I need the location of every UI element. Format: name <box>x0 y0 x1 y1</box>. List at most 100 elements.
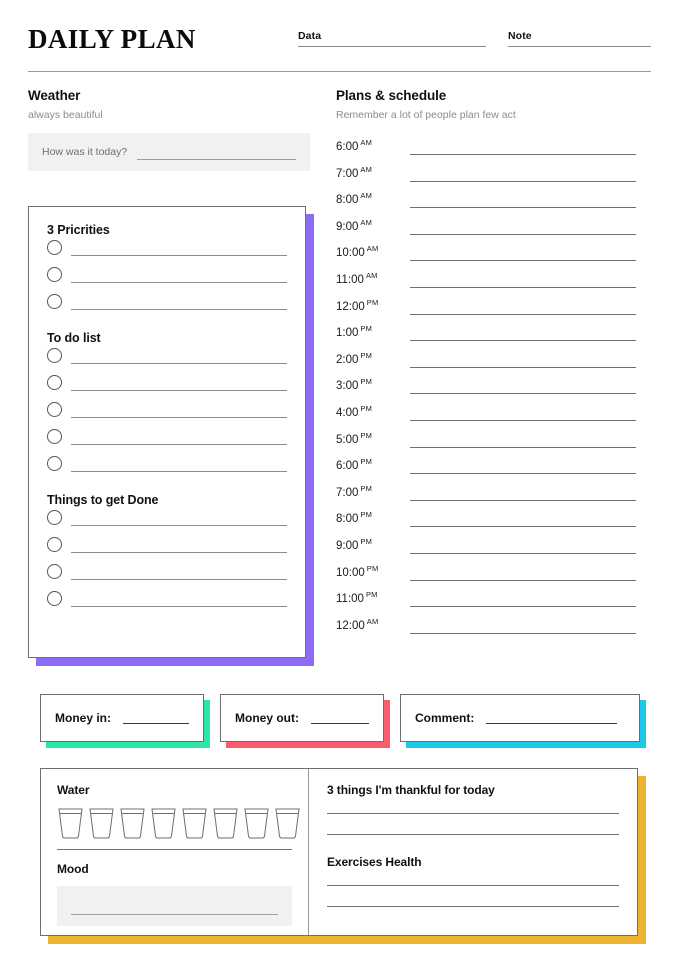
schedule-row[interactable]: 5:00 PM <box>336 428 636 455</box>
water-glass-icon[interactable] <box>119 807 146 840</box>
schedule-row[interactable]: 7:00 AM <box>336 162 636 189</box>
date-field-label: Data <box>298 30 322 42</box>
schedule-row[interactable]: 1:00 PM <box>336 321 636 348</box>
water-glass-icon[interactable] <box>181 807 208 840</box>
schedule-row[interactable]: 10:00 PM <box>336 561 636 588</box>
water-glass-icon[interactable] <box>212 807 239 840</box>
schedule-row[interactable]: 7:00 PM <box>336 481 636 508</box>
things-done-heading: Things to get Done <box>47 493 159 507</box>
schedule-row[interactable]: 12:00 AM <box>336 614 636 641</box>
note-field-label: Note <box>508 30 532 42</box>
water-glass-icon[interactable] <box>243 807 270 840</box>
mood-input[interactable] <box>57 886 292 926</box>
schedule-row[interactable]: 4:00 PM <box>336 401 636 428</box>
checkbox-circle-icon[interactable] <box>47 564 62 579</box>
schedule-row[interactable]: 6:00 PM <box>336 454 636 481</box>
todo-item[interactable] <box>47 372 287 399</box>
schedule-writing-line <box>410 419 636 421</box>
priority-item[interactable] <box>47 237 287 264</box>
things-done-item[interactable] <box>47 588 287 615</box>
schedule-time-label: 1:00 PM <box>336 324 373 339</box>
schedule-row[interactable]: 2:00 PM <box>336 348 636 375</box>
schedule-writing-line <box>410 366 636 368</box>
comment-writing-line <box>486 723 617 724</box>
schedule-row[interactable]: 9:00 PM <box>336 534 636 561</box>
schedule-row[interactable]: 10:00 AM <box>336 241 636 268</box>
schedule-time-label: 6:00 PM <box>336 457 373 472</box>
schedule-meridiem: PM <box>360 483 373 493</box>
schedule-meridiem: AM <box>360 191 373 201</box>
schedule-writing-line <box>410 579 636 581</box>
checkbox-circle-icon[interactable] <box>47 240 62 255</box>
checkbox-circle-icon[interactable] <box>47 537 62 552</box>
things-done-item[interactable] <box>47 561 287 588</box>
things-done-list <box>47 507 287 615</box>
schedule-meridiem: AM <box>360 164 373 174</box>
things-done-item[interactable] <box>47 507 287 534</box>
todo-item[interactable] <box>47 345 287 372</box>
item-writing-line <box>71 606 287 607</box>
weather-input[interactable]: How was it today? <box>28 133 310 171</box>
checkbox-circle-icon[interactable] <box>47 456 62 471</box>
schedule-row[interactable]: 11:00 AM <box>336 268 636 295</box>
checkbox-circle-icon[interactable] <box>47 429 62 444</box>
checkbox-circle-icon[interactable] <box>47 375 62 390</box>
date-field-rule <box>298 46 486 47</box>
todo-item[interactable] <box>47 426 287 453</box>
money-out-card[interactable]: Money out: <box>220 694 390 756</box>
schedule-meridiem: AM <box>360 138 373 147</box>
item-writing-line <box>71 390 287 391</box>
money-out-label: Money out: <box>235 711 299 725</box>
priority-item[interactable] <box>47 291 287 318</box>
schedule-meridiem: PM <box>360 536 373 546</box>
checkbox-circle-icon[interactable] <box>47 267 62 282</box>
schedule-meridiem: PM <box>360 324 373 334</box>
note-field[interactable]: Note <box>508 30 651 47</box>
money-in-card[interactable]: Money in: <box>40 694 210 756</box>
schedule-meridiem: PM <box>360 457 373 467</box>
schedule-time-label: 4:00 PM <box>336 403 373 419</box>
water-glass-icon[interactable] <box>274 807 301 840</box>
schedule-row[interactable]: 9:00 AM <box>336 215 636 242</box>
checkbox-circle-icon[interactable] <box>47 591 62 606</box>
date-field[interactable]: Data <box>298 30 486 47</box>
checkbox-circle-icon[interactable] <box>47 510 62 525</box>
schedule-time-label: 11:00 AM <box>336 270 378 286</box>
checkbox-circle-icon[interactable] <box>47 348 62 363</box>
item-writing-line <box>71 579 287 580</box>
item-writing-line <box>71 309 287 310</box>
schedule-row[interactable]: 11:00 PM <box>336 587 636 614</box>
things-done-item[interactable] <box>47 534 287 561</box>
schedule-time-label: 7:00 AM <box>336 164 373 180</box>
checkbox-circle-icon[interactable] <box>47 402 62 417</box>
priorities-section: 3 Pricrities <box>47 223 287 318</box>
priority-item[interactable] <box>47 264 287 291</box>
schedule-row[interactable]: 6:00 AM <box>336 135 636 162</box>
comment-card[interactable]: Comment: <box>400 694 646 756</box>
schedule-writing-line <box>410 286 636 288</box>
exercises-writing-line[interactable] <box>327 885 619 886</box>
water-glass-icon[interactable] <box>88 807 115 840</box>
schedule-time-label: 10:00 PM <box>336 563 379 579</box>
checkbox-circle-icon[interactable] <box>47 294 62 309</box>
schedule-time-label: 5:00 PM <box>336 430 373 446</box>
thankful-writing-line[interactable] <box>327 834 619 835</box>
schedule-meridiem: PM <box>365 590 378 600</box>
schedule-row[interactable]: 8:00 PM <box>336 507 636 534</box>
schedule-row[interactable]: 8:00 AM <box>336 188 636 215</box>
schedule-row[interactable]: 3:00 PM <box>336 374 636 401</box>
todo-item[interactable] <box>47 453 287 480</box>
priorities-heading: 3 Pricrities <box>47 223 110 237</box>
schedule-row[interactable]: 12:00 PM <box>336 295 636 322</box>
schedule-heading: Plans & schedule <box>336 88 447 103</box>
water-glass-icon[interactable] <box>57 807 84 840</box>
note-field-rule <box>508 46 651 47</box>
todo-item[interactable] <box>47 399 287 426</box>
schedule-writing-line <box>410 632 636 634</box>
schedule-writing-line <box>410 233 636 235</box>
water-glass-icon[interactable] <box>150 807 177 840</box>
thankful-writing-line[interactable] <box>327 813 619 814</box>
thankful-heading: 3 things I'm thankful for today <box>327 783 495 797</box>
todo-heading: To do list <box>47 331 101 345</box>
exercises-writing-line[interactable] <box>327 906 619 907</box>
